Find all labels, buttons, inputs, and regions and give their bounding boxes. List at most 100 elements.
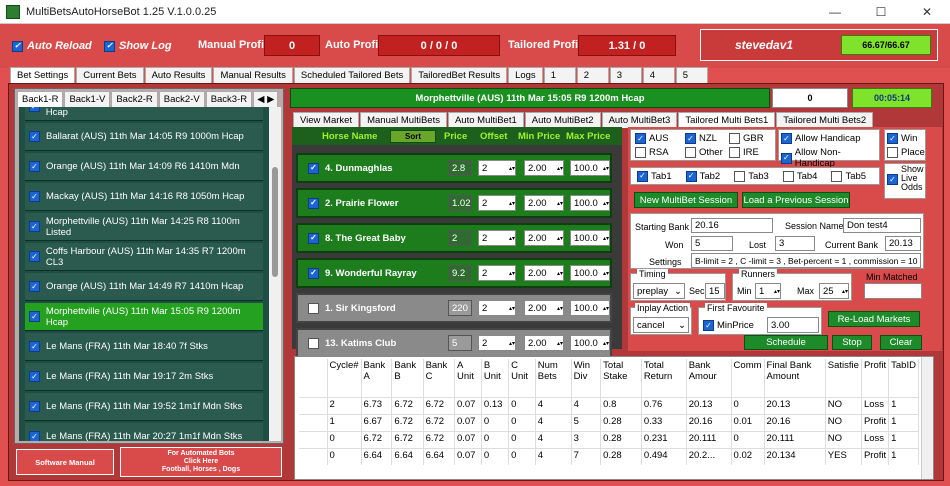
schedule-button[interactable]: Schedule [744, 335, 828, 350]
clear-button[interactable]: Clear [880, 335, 922, 350]
column-header[interactable]: C Unit [508, 359, 536, 397]
win-checkbox[interactable]: ✓ Win [887, 133, 917, 144]
check-icon[interactable]: ✓ [29, 311, 40, 322]
allow-handicap-checkbox[interactable]: ✓ Allow Handicap [781, 133, 860, 144]
gbr-checkbox[interactable]: ✓GBR [729, 133, 764, 144]
check-icon[interactable]: ✓ [29, 107, 40, 112]
runner-checkbox[interactable]: ✓ [308, 162, 319, 174]
minprice-checkbox[interactable]: ✓ MinPrice [703, 320, 754, 331]
min-price-stepper[interactable]: 2.00 ▴▾ [524, 230, 564, 246]
offset-stepper[interactable]: 2 ▴▾ [478, 335, 516, 351]
auto-reload-checkbox[interactable]: ✓ Auto Reload [12, 40, 92, 52]
column-header[interactable]: A Unit [454, 359, 482, 397]
max-price-stepper[interactable]: 100.0 ▴▾ [570, 300, 610, 316]
max-price-stepper[interactable]: 100.0 ▴▾ [570, 195, 610, 211]
show-live-odds-checkbox[interactable]: ✓ [887, 174, 898, 185]
race-item[interactable]: ✓ Ballarat (AUS) 11th Mar 14:05 R9 1000m … [25, 123, 263, 151]
place-checkbox[interactable]: ✓Place [887, 147, 925, 158]
tab-tailored-multi-bets2[interactable]: Tailored Multi Bets2 [776, 112, 874, 128]
other-checkbox[interactable]: ✓Other [685, 147, 723, 158]
race-item[interactable]: ✓ Morphettville (AUS) 11th Mar 15:05 R9 1… [25, 303, 263, 331]
check-icon[interactable]: ✓ [29, 341, 40, 352]
check-icon[interactable]: ✓ [29, 371, 40, 382]
starting-bank-input[interactable]: 20.16 [691, 218, 773, 233]
check-icon[interactable]: ✓ [29, 221, 40, 232]
race-item[interactable]: ✓ Le Mans (FRA) 11th Mar 19:52 1m1f Mdn S… [25, 393, 263, 421]
table-row[interactable]: 1 6.67 6.72 6.72 0.07 0 0 4 5 0.28 0.33 20.16 0.01 20… [299, 413, 919, 431]
offset-stepper[interactable]: 2 ▴▾ [478, 195, 516, 211]
check-icon[interactable]: ✓ [29, 431, 40, 441]
stop-button[interactable]: Stop [832, 335, 872, 350]
close-button[interactable]: ✕ [904, 0, 950, 24]
results-scrollbar[interactable] [921, 357, 933, 479]
tab-back1-v[interactable]: Back1-V [64, 91, 111, 107]
race-item[interactable]: ✓ Le Mans (FRA) 11th Mar 20:27 1m1f Mdn S… [25, 423, 263, 441]
race-item[interactable]: ✓ Le Mans (FRA) 11th Mar 18:40 7f Stks [25, 333, 263, 361]
aus-checkbox[interactable]: ✓ AUS [635, 133, 669, 144]
race-item[interactable]: ✓ Morphettville (AUS) 11th Mar 14:25 R8 1… [25, 213, 263, 241]
tab-1[interactable]: 1 [543, 67, 576, 83]
column-header[interactable]: Total Return [641, 359, 687, 397]
tab5-checkbox[interactable]: ✓Tab5 [831, 170, 866, 182]
tab-back1-r[interactable]: Back1-R [17, 91, 64, 107]
min-price-stepper[interactable]: 2.00 ▴▾ [524, 195, 564, 211]
tab-logs[interactable]: Logs [508, 67, 543, 83]
inplay-select[interactable]: cancel ⌄ [633, 317, 689, 333]
runner-checkbox[interactable]: ✓ [308, 267, 319, 279]
ire-checkbox[interactable]: ✓IRE [729, 147, 759, 158]
load-session-button[interactable]: Load a Previous Session [742, 192, 850, 208]
column-header[interactable]: Cycle# [327, 359, 362, 397]
race-item[interactable]: ✓ Orange (AUS) 11th Mar 14:49 R7 1410m Hc… [25, 273, 263, 301]
race-list-scrollbar[interactable] [269, 107, 281, 441]
column-header[interactable]: Satisfie [825, 359, 862, 397]
race-item[interactable]: ✓ Orange (AUS) 11th Mar 14:09 R6 1410m Md… [25, 153, 263, 181]
runner-row[interactable]: ✓ 8. The Great Baby 2 2 ▴▾ 2.00 ▴▾ 100.0 ▴▾ [296, 223, 612, 253]
check-icon[interactable]: ✓ [29, 191, 40, 202]
tab-auto-multibet1[interactable]: Auto MultiBet1 [447, 112, 524, 128]
column-header[interactable]: Bank Amour [686, 359, 732, 397]
software-manual-button[interactable]: Software Manual [16, 449, 114, 475]
column-header[interactable]: B Unit [481, 359, 510, 397]
runner-checkbox[interactable]: ✓ [308, 197, 319, 209]
scrollbar-thumb[interactable] [272, 167, 278, 277]
race-item[interactable]: ✓ Coffs Harbour (AUS) 11th Mar 14:05 R5 1… [25, 107, 263, 121]
table-row[interactable]: 2 6.73 6.72 6.72 0.07 0.13 0 4 4 0.8 0.76 20.13 0 20.… [299, 396, 919, 414]
tab2-checkbox[interactable]: ✓ Tab2 [685, 170, 720, 182]
column-header[interactable]: TabID [888, 359, 919, 397]
check-icon[interactable]: ✓ [29, 401, 40, 412]
table-row[interactable]: 0 6.72 6.72 6.72 0.07 0 0 4 3 0.28 0.231 20.111 0 20.… [299, 430, 919, 448]
column-header[interactable]: Bank C [423, 359, 455, 397]
column-header[interactable]: Num Bets [535, 359, 572, 397]
runner-row[interactable]: ✓ 4. Dunmaghlas 2.8 2 ▴▾ 2.00 ▴▾ 100.0 ▴▾ [296, 153, 612, 183]
tab-tailored-multi-bets1[interactable]: Tailored Multi Bets1 [678, 112, 776, 128]
race-item[interactable]: ✓ Coffs Harbour (AUS) 11th Mar 14:35 R7 1… [25, 243, 263, 271]
max-price-stepper[interactable]: 100.0 ▴▾ [570, 335, 610, 351]
race-item[interactable]: ✓ Mackay (AUS) 11th Mar 14:16 R8 1050m Hc… [25, 183, 263, 211]
column-header[interactable]: Final Bank Amount [764, 359, 826, 397]
check-icon[interactable]: ✓ [29, 131, 40, 142]
min-price-stepper[interactable]: 2.00 ▴▾ [524, 265, 564, 281]
automated-bots-button[interactable]: For Automated Bots Click Here Football, … [120, 447, 282, 477]
minprice-input[interactable]: 3.00 [767, 317, 819, 333]
tab-5[interactable]: 5 [675, 67, 708, 83]
column-header[interactable]: Profit [861, 359, 890, 397]
session-name-input[interactable]: Don test4 [843, 218, 921, 233]
offset-stepper[interactable]: 2 ▴▾ [478, 300, 516, 316]
check-icon[interactable]: ✓ [29, 161, 40, 172]
rsa-checkbox[interactable]: ✓RSA [635, 147, 669, 158]
maximize-button[interactable]: ☐ [858, 0, 904, 24]
runner-checkbox[interactable]: ✓ [308, 302, 319, 314]
race-item[interactable]: ✓ Le Mans (FRA) 11th Mar 19:17 2m Stks [25, 363, 263, 391]
min-price-stepper[interactable]: 2.00 ▴▾ [524, 300, 564, 316]
tab-auto-multibet3[interactable]: Auto MultiBet3 [601, 112, 678, 128]
new-multibet-session-button[interactable]: New MultiBet Session [634, 192, 738, 208]
column-header[interactable]: Bank A [361, 359, 393, 397]
min-runners-stepper[interactable]: 1 ▴▾ [755, 283, 781, 299]
column-header[interactable]: Total Stake [600, 359, 642, 397]
min-matched-input[interactable] [864, 283, 922, 299]
tab-back2-r[interactable]: Back2-R [111, 91, 158, 107]
max-runners-stepper[interactable]: 25 ▴▾ [819, 283, 849, 299]
tab-back2-v[interactable]: Back2-V [158, 91, 205, 107]
tab-tailoredbet-results[interactable]: TailoredBet Results [411, 67, 508, 83]
min-price-stepper[interactable]: 2.00 ▴▾ [524, 160, 564, 176]
